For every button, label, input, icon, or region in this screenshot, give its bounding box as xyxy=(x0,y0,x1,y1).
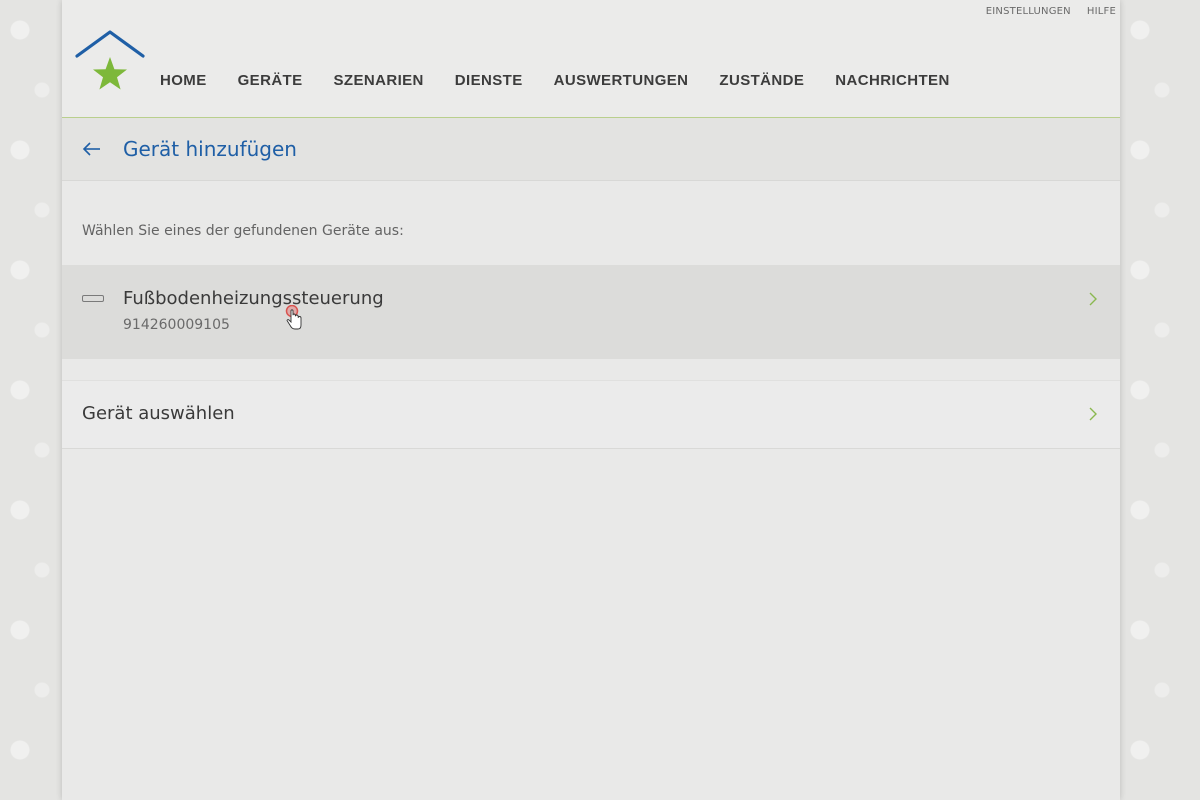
nav-messages[interactable]: NACHRICHTEN xyxy=(835,72,949,89)
nav-analytics[interactable]: AUSWERTUNGEN xyxy=(554,72,689,89)
help-link[interactable]: HILFE xyxy=(1087,6,1116,17)
device-serial: 914260009105 xyxy=(123,317,230,333)
instruction-text: Wählen Sie eines der gefundenen Geräte a… xyxy=(82,223,404,239)
select-device-label: Gerät auswählen xyxy=(82,403,235,424)
nav-home[interactable]: HOME xyxy=(160,72,207,89)
top-links: EINSTELLUNGEN HILFE xyxy=(986,6,1116,17)
nav-devices[interactable]: GERÄTE xyxy=(238,72,303,89)
chevron-right-icon xyxy=(1089,292,1097,306)
settings-link[interactable]: EINSTELLUNGEN xyxy=(986,6,1071,17)
back-button[interactable] xyxy=(62,129,122,169)
header: EINSTELLUNGEN HILFE HOME GERÄTE SZENARIE… xyxy=(62,0,1120,118)
device-icon xyxy=(82,295,104,302)
pointer-cursor-icon xyxy=(285,305,302,330)
title-bar: Gerät hinzufügen xyxy=(62,118,1120,181)
row-spacer xyxy=(62,359,1120,380)
chevron-right-icon xyxy=(1089,407,1097,421)
found-device-row[interactable]: Fußbodenheizungssteuerung 914260009105 xyxy=(62,265,1120,359)
nav-services[interactable]: DIENSTE xyxy=(455,72,523,89)
house-star-logo[interactable] xyxy=(75,30,145,96)
main-nav: HOME GERÄTE SZENARIEN DIENSTE AUSWERTUNG… xyxy=(160,72,981,89)
device-name: Fußbodenheizungssteuerung xyxy=(123,288,384,309)
back-arrow-icon xyxy=(82,142,100,156)
nav-states[interactable]: ZUSTÄNDE xyxy=(719,72,804,89)
background-pattern-left xyxy=(0,0,62,800)
select-device-row[interactable]: Gerät auswählen xyxy=(62,380,1120,449)
app-window: EINSTELLUNGEN HILFE HOME GERÄTE SZENARIE… xyxy=(62,0,1120,800)
background-pattern-right xyxy=(1120,0,1200,800)
page-title: Gerät hinzufügen xyxy=(123,137,297,161)
nav-scenarios[interactable]: SZENARIEN xyxy=(334,72,424,89)
